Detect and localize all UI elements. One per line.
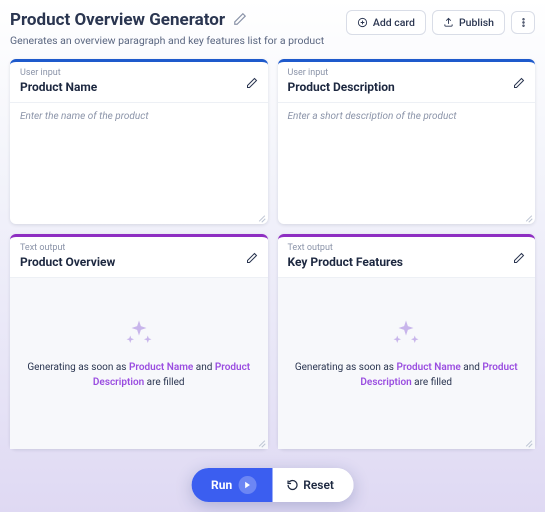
edit-card-icon[interactable]	[246, 74, 258, 93]
edit-card-icon[interactable]	[246, 249, 258, 268]
run-button[interactable]: Run	[191, 468, 272, 502]
page-title: Product Overview Generator	[10, 10, 225, 30]
card-title: Product Overview	[20, 255, 258, 269]
card-type-label: Text output	[288, 243, 526, 253]
edit-card-icon[interactable]	[513, 74, 525, 93]
more-menu-button[interactable]	[511, 11, 535, 34]
resize-handle-icon[interactable]	[256, 437, 266, 447]
sparkle-icon	[124, 318, 154, 348]
generation-status: Generating as soon as Product Name and P…	[292, 360, 522, 390]
reset-label: Reset	[303, 478, 334, 492]
footer-actions: Run Reset	[191, 468, 354, 502]
edit-card-icon[interactable]	[513, 249, 525, 268]
resize-handle-icon[interactable]	[523, 212, 533, 222]
card-title: Key Product Features	[288, 255, 526, 269]
publish-label: Publish	[459, 16, 494, 29]
card-product-description: User input Product Description Enter a s…	[278, 59, 536, 224]
card-type-label: User input	[20, 68, 258, 78]
reset-icon	[286, 479, 298, 491]
card-type-label: User input	[288, 68, 526, 78]
resize-handle-icon[interactable]	[256, 212, 266, 222]
product-name-input[interactable]: Enter the name of the product	[10, 103, 268, 224]
resize-handle-icon[interactable]	[523, 437, 533, 447]
publish-button[interactable]: Publish	[432, 10, 505, 35]
reset-button[interactable]: Reset	[272, 468, 354, 502]
run-label: Run	[211, 478, 232, 492]
card-product-name: User input Product Name Enter the name o…	[10, 59, 268, 224]
card-key-features: Text output Key Product Features Generat…	[278, 234, 536, 449]
sparkle-icon	[391, 318, 421, 348]
generation-status: Generating as soon as Product Name and P…	[24, 360, 254, 390]
card-title: Product Description	[288, 80, 526, 94]
add-card-button[interactable]: Add card	[346, 10, 426, 35]
ref-product-name: Product Name	[396, 362, 460, 373]
play-icon	[238, 476, 256, 494]
card-product-overview: Text output Product Overview Generating …	[10, 234, 268, 449]
card-title: Product Name	[20, 80, 258, 94]
ref-product-name: Product Name	[129, 362, 193, 373]
edit-title-icon[interactable]	[233, 11, 247, 30]
card-type-label: Text output	[20, 243, 258, 253]
add-card-label: Add card	[373, 16, 415, 29]
page-subtitle: Generates an overview paragraph and key …	[10, 34, 346, 47]
product-description-input[interactable]: Enter a short description of the product	[278, 103, 536, 224]
